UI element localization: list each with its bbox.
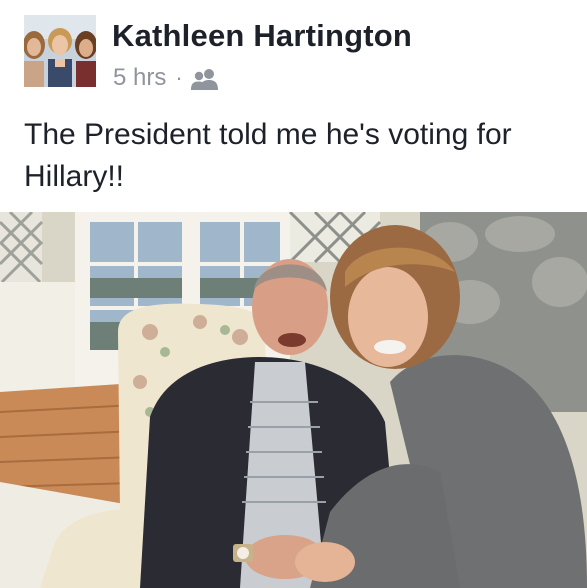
post-message: The President told me he's voting for Hi…	[24, 118, 512, 193]
post-meta: 5 hrs ·	[113, 64, 221, 92]
post-header: Kathleen Hartington 5 hrs ·	[0, 0, 587, 100]
facebook-post: Kathleen Hartington 5 hrs · The Presiden…	[0, 0, 587, 588]
author-name[interactable]: Kathleen Hartington	[112, 18, 412, 54]
timestamp[interactable]: 5 hrs	[113, 64, 166, 92]
separator-dot: ·	[175, 65, 183, 90]
post-photo[interactable]	[0, 212, 587, 588]
friends-icon[interactable]	[190, 68, 221, 90]
avatar[interactable]	[24, 15, 96, 87]
